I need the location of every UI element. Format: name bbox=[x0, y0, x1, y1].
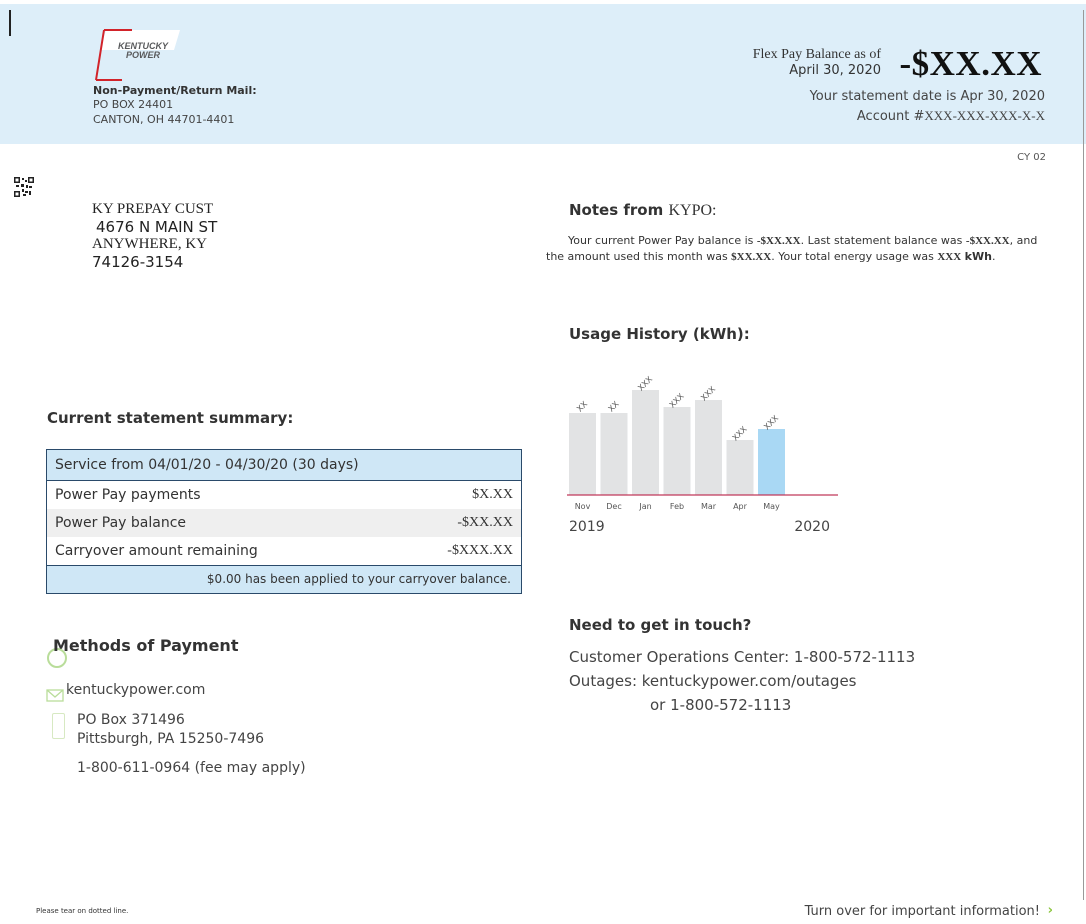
notes-usage-unit: kWh bbox=[964, 250, 992, 263]
usage-month-label: Dec bbox=[606, 502, 621, 511]
contact-outages-phone: or 1-800-572-1113 bbox=[650, 696, 792, 714]
carryover-note: $0.00 has been applied to your carryover… bbox=[47, 565, 521, 593]
return-mail-po-box: PO BOX 24401 bbox=[93, 98, 174, 111]
contact-outages: Outages: kentuckypower.com/outages bbox=[569, 672, 857, 690]
return-mail-title: Non-Payment/Return Mail: bbox=[93, 84, 257, 97]
envelope-icon bbox=[46, 689, 64, 702]
logo-line-2: POWER bbox=[126, 50, 161, 60]
usage-bar-label: XXX bbox=[699, 384, 717, 402]
summary-row-label: Carryover amount remaining bbox=[55, 543, 258, 559]
chevron-right-icon: › bbox=[1047, 903, 1053, 918]
usage-bar bbox=[663, 407, 691, 495]
account-prefix: Account # bbox=[856, 109, 925, 124]
payment-mail-line1: PO Box 371496 bbox=[77, 712, 185, 728]
payment-phone: 1-800-611-0964 (fee may apply) bbox=[77, 760, 306, 776]
customer-name: KY PREPAY CUST bbox=[92, 201, 214, 217]
usage-month-label: Apr bbox=[733, 502, 748, 511]
customer-street: 4676 N MAIN ST bbox=[96, 218, 218, 236]
flex-pay-label-line2: April 30, 2020 bbox=[789, 63, 881, 78]
usage-bar-label: XXX bbox=[731, 424, 749, 442]
flex-pay-label-line1: Flex Pay Balance as of bbox=[752, 47, 881, 62]
usage-bar-label: XX bbox=[575, 399, 589, 413]
contact-customer-operations: Customer Operations Center: 1-800-572-11… bbox=[569, 648, 916, 666]
usage-bar bbox=[600, 413, 628, 495]
usage-month-label: Feb bbox=[670, 502, 684, 511]
usage-bar bbox=[569, 413, 596, 495]
usage-bar-label: XXX bbox=[762, 413, 780, 431]
notes-current-balance: -$XX.XX bbox=[756, 235, 801, 247]
summary-row-value: -$XX.XX bbox=[457, 515, 513, 530]
usage-history-title: Usage History (kWh): bbox=[569, 325, 750, 343]
summary-row-value: -$XXX.XX bbox=[447, 543, 513, 558]
notes-title-prefix: Notes from bbox=[569, 201, 664, 219]
summary-title: Current statement summary: bbox=[47, 409, 294, 427]
usage-history-chart: XX Nov XX Dec XXX Jan XXX Feb XXX Mar XXX Apr XXX May… bbox=[567, 374, 838, 535]
customer-zip: 74126-3154 bbox=[92, 253, 184, 271]
summary-row-label: Power Pay payments bbox=[55, 487, 201, 503]
account-number: Account #XXX-XXX-XXX-X-X bbox=[857, 108, 1045, 124]
usage-bar-label: XXX bbox=[636, 374, 654, 392]
notes-usage-value: XXX bbox=[937, 251, 962, 263]
payment-web-link[interactable]: kentuckypower.com bbox=[66, 682, 205, 698]
edge-mark bbox=[9, 10, 11, 36]
usage-month-label: Mar bbox=[701, 502, 717, 511]
summary-row-value: $X.XX bbox=[472, 487, 513, 502]
usage-year-start: 2019 bbox=[569, 519, 605, 535]
phone-icon bbox=[52, 713, 65, 739]
usage-bar bbox=[632, 390, 659, 495]
notes-amount-used: $XX.XX bbox=[731, 251, 772, 263]
contact-title: Need to get in touch? bbox=[569, 616, 752, 634]
account-number-value: XXX-XXX-XXX-X-X bbox=[924, 108, 1045, 123]
summary-row: Carryover amount remaining -$XXX.XX bbox=[47, 537, 521, 565]
notes-text-1: Your current Power Pay balance is bbox=[568, 234, 757, 247]
statement-date: Your statement date is Apr 30, 2020 bbox=[809, 89, 1045, 104]
cycle-code: CY 02 bbox=[1017, 152, 1046, 163]
usage-month-label: Nov bbox=[575, 502, 591, 511]
flex-pay-label: Flex Pay Balance as of April 30, 2020 bbox=[681, 47, 881, 79]
page-edge bbox=[1083, 10, 1084, 900]
usage-bar-label: XX bbox=[607, 399, 621, 413]
usage-month-label: Jan bbox=[638, 502, 651, 511]
usage-year-end: 2020 bbox=[794, 519, 830, 535]
customer-address: KY PREPAY CUST 4676 N MAIN ST ANYWHERE, … bbox=[92, 201, 217, 271]
notes-text-2: . Last statement balance was bbox=[800, 234, 966, 247]
kentucky-power-logo: KENTUCKY POWER bbox=[92, 28, 184, 82]
notes-title-name: KYPO: bbox=[668, 202, 717, 219]
usage-bar bbox=[726, 440, 754, 495]
notes-text-4: . Your total energy usage was bbox=[771, 250, 938, 263]
payment-mail-line2: Pittsburgh, PA 15250-7496 bbox=[77, 731, 265, 747]
notes-title: Notes from KYPO: bbox=[569, 201, 716, 220]
usage-month-label: May bbox=[763, 502, 780, 511]
qr-code-icon bbox=[14, 177, 34, 197]
return-mail-city: CANTON, OH 44701-4401 bbox=[93, 113, 235, 126]
notes-body: Your current Power Pay balance is -$XX.X… bbox=[546, 233, 1051, 265]
payment-methods-title: Methods of Payment bbox=[53, 636, 239, 655]
summary-row: Power Pay balance -$XX.XX bbox=[47, 509, 521, 537]
summary-row-label: Power Pay balance bbox=[55, 515, 187, 531]
customer-city: ANYWHERE, KY bbox=[92, 236, 207, 252]
usage-bar bbox=[695, 400, 722, 495]
usage-bar-label: XXX bbox=[668, 391, 686, 409]
notes-last-balance: -$XX.XX bbox=[965, 235, 1010, 247]
tear-instruction: Please tear on dotted line. bbox=[36, 907, 129, 915]
statement-summary-table: Service from 04/01/20 - 04/30/20 (30 day… bbox=[46, 449, 522, 594]
usage-bar bbox=[758, 429, 785, 495]
flex-pay-amount: -$XX.XX bbox=[899, 44, 1042, 83]
turn-over-note: Turn over for important information! bbox=[804, 904, 1040, 919]
summary-row: Power Pay payments $X.XX bbox=[47, 481, 521, 509]
notes-text-5: . bbox=[991, 250, 996, 263]
service-period: Service from 04/01/20 - 04/30/20 (30 day… bbox=[47, 450, 521, 481]
